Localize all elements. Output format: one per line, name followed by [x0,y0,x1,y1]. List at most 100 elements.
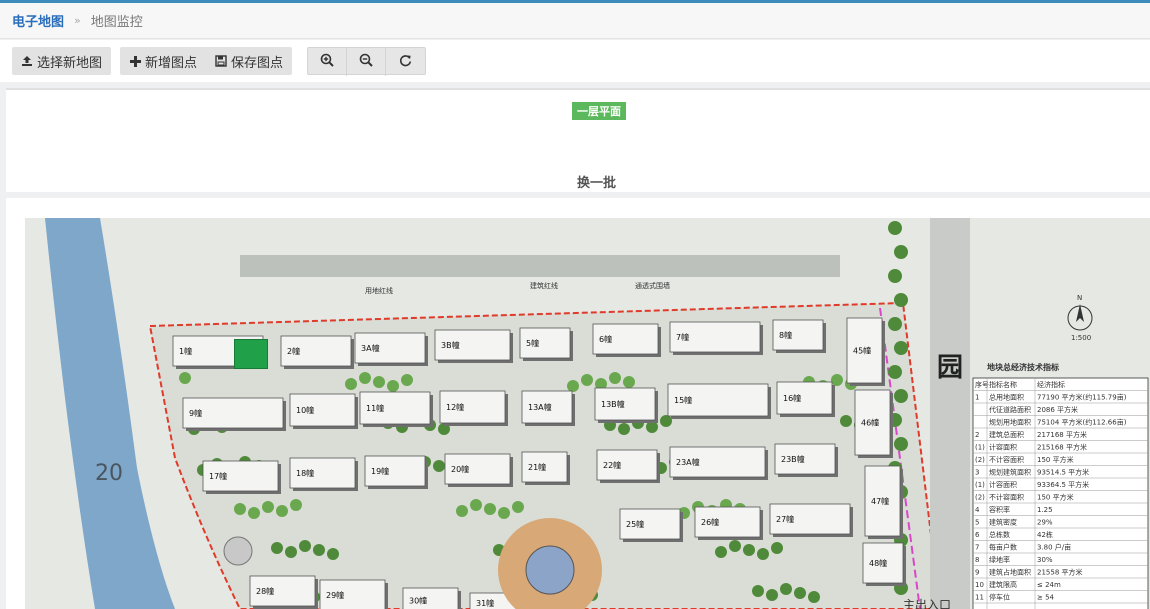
table-cell: 42栋 [1037,530,1053,539]
breadcrumb-root-link[interactable]: 电子地图 [12,11,64,30]
park-character: 园 [937,353,963,383]
building-b28[interactable]: 28幢 [249,575,318,609]
building-label: 5幢 [526,338,539,348]
table-cell: 93514.5 平方米 [1037,468,1089,477]
building-b23[interactable]: 23A幢 [669,446,768,480]
boundary-label: 用地红线 [365,286,393,295]
floor-tab-current[interactable]: 一层平面 [572,102,626,120]
breadcrumb: 电子地图 » 地图监控 [0,3,1150,39]
building-b9[interactable]: 9幢 [182,397,286,431]
building-b5[interactable]: 5幢 [519,327,573,361]
map-container: 20 用地红线 建筑红线 通透式围墙 1幢 2幢 3A幢 3B幢 5幢 6幢 7幢 8幢 9幢 1… [6,198,1150,609]
building-label: 26幢 [701,517,719,527]
svg-text:N: N [1077,294,1082,302]
tree [234,503,246,515]
table-cell: 77190 平方米(约115.79亩) [1037,393,1127,402]
building-b19[interactable]: 19幢 [364,455,428,489]
building-b30[interactable]: 30幢 [402,587,461,609]
floppy-disk-icon [215,55,227,67]
building-label: 29幢 [326,590,344,600]
building-label: 10幢 [296,405,314,415]
select-map-button[interactable]: 选择新地图 [12,47,111,75]
table-cell: (1) [975,481,985,489]
building-b22[interactable]: 22幢 [596,449,660,483]
table-cell: 9 [975,569,979,577]
building-b13[interactable]: 13A幢 [521,390,575,426]
add-point-label: 新增图点 [145,55,198,71]
building-label: 23A幢 [676,457,700,467]
building-b45[interactable]: 45幢 [846,317,885,386]
table-cell: 150 平方米 [1037,493,1074,502]
tree [276,505,288,517]
building-b7[interactable]: 7幢 [669,321,763,355]
tree [433,460,445,472]
tree [345,378,357,390]
building-b15[interactable]: 15幢 [667,383,771,419]
building-b24[interactable]: 23B幢 [774,443,838,477]
floor-selector: 一层平面 换一批 [6,88,1150,192]
tree [752,585,764,597]
building-label: 48幢 [869,558,887,568]
tree [609,372,621,384]
building-b46[interactable]: 46幢 [854,389,893,458]
table-title: 地块总经济技术指标 [987,362,1059,372]
wall-label: 通透式围墙 [635,281,670,290]
entrance-label: 主出入口 [903,598,951,609]
building-b12[interactable]: 12幢 [439,390,508,426]
map-point-marker[interactable] [234,339,268,369]
tree [512,501,524,513]
building-b6[interactable]: 6幢 [592,323,661,357]
table-header-cell: 经济指标 [1037,380,1065,389]
table-cell: 计容面积 [989,480,1017,489]
tree [729,540,741,552]
building-b11[interactable]: 11幢 [359,391,433,427]
refresh-icon [399,54,412,71]
compass-fountain [525,545,575,595]
upload-icon [21,55,33,67]
building-b4[interactable]: 3B幢 [434,329,513,363]
building-b27[interactable]: 27幢 [769,503,853,537]
table-cell: 绿地率 [989,555,1010,564]
table-cell: 7 [975,544,979,552]
building-b20[interactable]: 20幢 [444,453,513,487]
building-b17[interactable]: 17幢 [202,460,281,494]
building-b8[interactable]: 8幢 [772,319,826,353]
swap-batch-link[interactable]: 换一批 [577,172,616,191]
building-b47[interactable]: 47幢 [864,465,903,539]
add-point-button[interactable]: 新增图点 [120,47,206,75]
reset-button[interactable] [386,48,425,76]
building-b21[interactable]: 21幢 [521,451,570,485]
building-b10[interactable]: 10幢 [289,393,358,429]
save-point-button[interactable]: 保存图点 [206,47,292,75]
site-plan-map[interactable]: 20 用地红线 建筑红线 通透式围墙 1幢 2幢 3A幢 3B幢 5幢 6幢 7幢 8幢 9幢 1… [25,218,1150,609]
building-b26[interactable]: 26幢 [694,506,763,540]
tree [894,341,908,355]
building-b2[interactable]: 2幢 [280,335,354,369]
table-cell: 150 平方米 [1037,455,1074,464]
building-label: 15幢 [674,395,692,405]
tree [660,415,672,427]
building-b14[interactable]: 13B幢 [594,387,658,423]
tree [290,499,302,511]
tree [766,589,778,601]
table-cell: ≥ 54 [1037,594,1055,602]
building-label: 13A幢 [528,402,552,412]
table-cell: 93364.5 平方米 [1037,480,1089,489]
table-cell: 3 [975,469,979,477]
save-point-label: 保存图点 [231,55,284,71]
building-label: 46幢 [861,418,879,428]
building-b29[interactable]: 29幢 [319,579,388,609]
building-b16[interactable]: 16幢 [776,381,835,417]
building-b48[interactable]: 48幢 [862,542,906,586]
table-cell: 75104 平方米(约112.66亩) [1037,418,1127,427]
building-b25[interactable]: 25幢 [619,508,683,542]
zoom-in-button[interactable] [308,48,347,76]
building-label: 21幢 [528,462,546,472]
building-b18[interactable]: 18幢 [289,457,358,491]
zoom-out-button[interactable] [347,48,386,76]
tree [456,505,468,517]
building-b3[interactable]: 3A幢 [354,332,428,366]
breadcrumb-current: 地图监控 [90,15,143,30]
tree [387,380,399,392]
roundabout [223,536,253,566]
